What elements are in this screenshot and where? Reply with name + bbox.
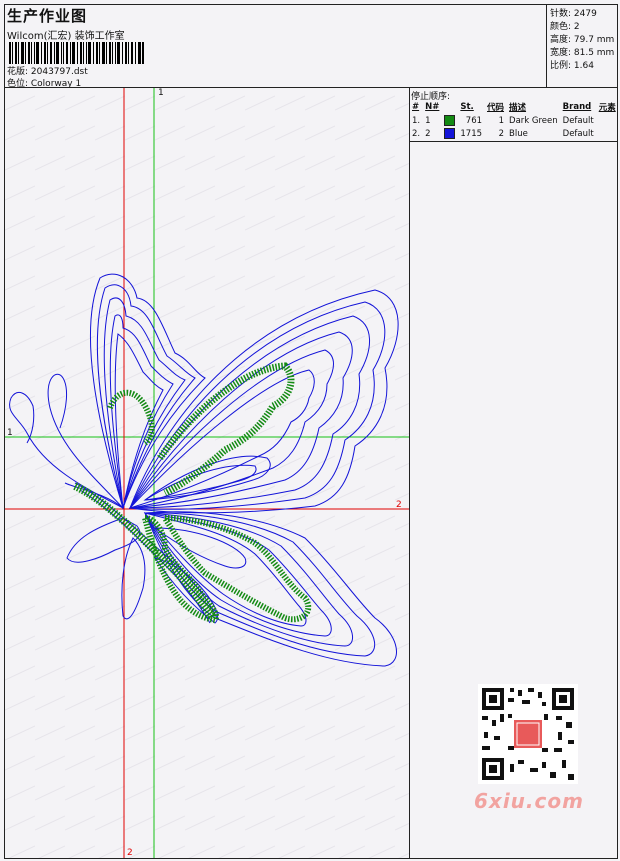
qr-code (478, 684, 578, 784)
col-swatch (442, 100, 458, 114)
green-axis-left-label: 1 (7, 428, 13, 438)
design-width: 宽度: 81.5 mm (550, 48, 615, 58)
color-count: 颜色: 2 (550, 22, 580, 32)
row-description: Dark Green (509, 115, 558, 126)
color-swatch (444, 115, 456, 126)
stop-sequence-table: # N# St. 代码 描述 Brand 元素 1. 1 761 1 Dark … (410, 100, 619, 140)
design-canvas (5, 88, 409, 858)
row-brand: Default (562, 128, 594, 139)
table-row: 1. 1 761 1 Dark Green Default (410, 114, 619, 127)
row-code: 2 (498, 128, 505, 139)
row-stitches: 761 (465, 115, 483, 126)
red-axis-bottom-label: 2 (127, 848, 133, 858)
table-divider (409, 141, 618, 142)
col-stitches: St. (460, 102, 474, 112)
row-number: 1 (425, 115, 431, 126)
row-description: Blue (509, 128, 528, 139)
green-axis-top-label: 1 (158, 88, 164, 98)
row-code: 1 (498, 115, 505, 126)
sheet-title: 生产作业图 (7, 7, 88, 25)
col-number: N# (425, 102, 440, 112)
design-height: 高度: 79.7 mm (550, 35, 615, 45)
studio-name: Wilcom(汇宏) 装饰工作室 (7, 31, 125, 42)
design-scale: 比例: 1.64 (550, 61, 594, 71)
panel-divider (409, 87, 410, 858)
col-element: 元素 (598, 103, 616, 113)
row-index: 2. (412, 128, 421, 139)
header-info: 生产作业图 Wilcom(汇宏) 装饰工作室 花版: 2043797.dst 色… (5, 5, 545, 89)
table-header-row: # N# St. 代码 描述 Brand 元素 (410, 100, 619, 114)
red-axis-right-label: 2 (396, 500, 402, 510)
col-code: 代码 (487, 103, 505, 113)
row-number: 2 (425, 128, 431, 139)
row-brand: Default (562, 115, 594, 126)
row-index: 1. (412, 115, 421, 126)
col-description: 描述 (509, 103, 527, 113)
col-brand: Brand (562, 102, 592, 112)
watermark-site: 6xiu.com (474, 789, 584, 813)
col-index: # (412, 102, 420, 112)
table-row: 2. 2 1715 2 Blue Default (410, 127, 619, 140)
barcode (9, 42, 144, 64)
stats-panel: 针数: 2479 颜色: 2 高度: 79.7 mm 宽度: 81.5 mm 比… (546, 4, 619, 87)
stitch-count: 针数: 2479 (550, 9, 597, 19)
row-stitches: 1715 (460, 128, 483, 139)
color-swatch (444, 128, 456, 139)
